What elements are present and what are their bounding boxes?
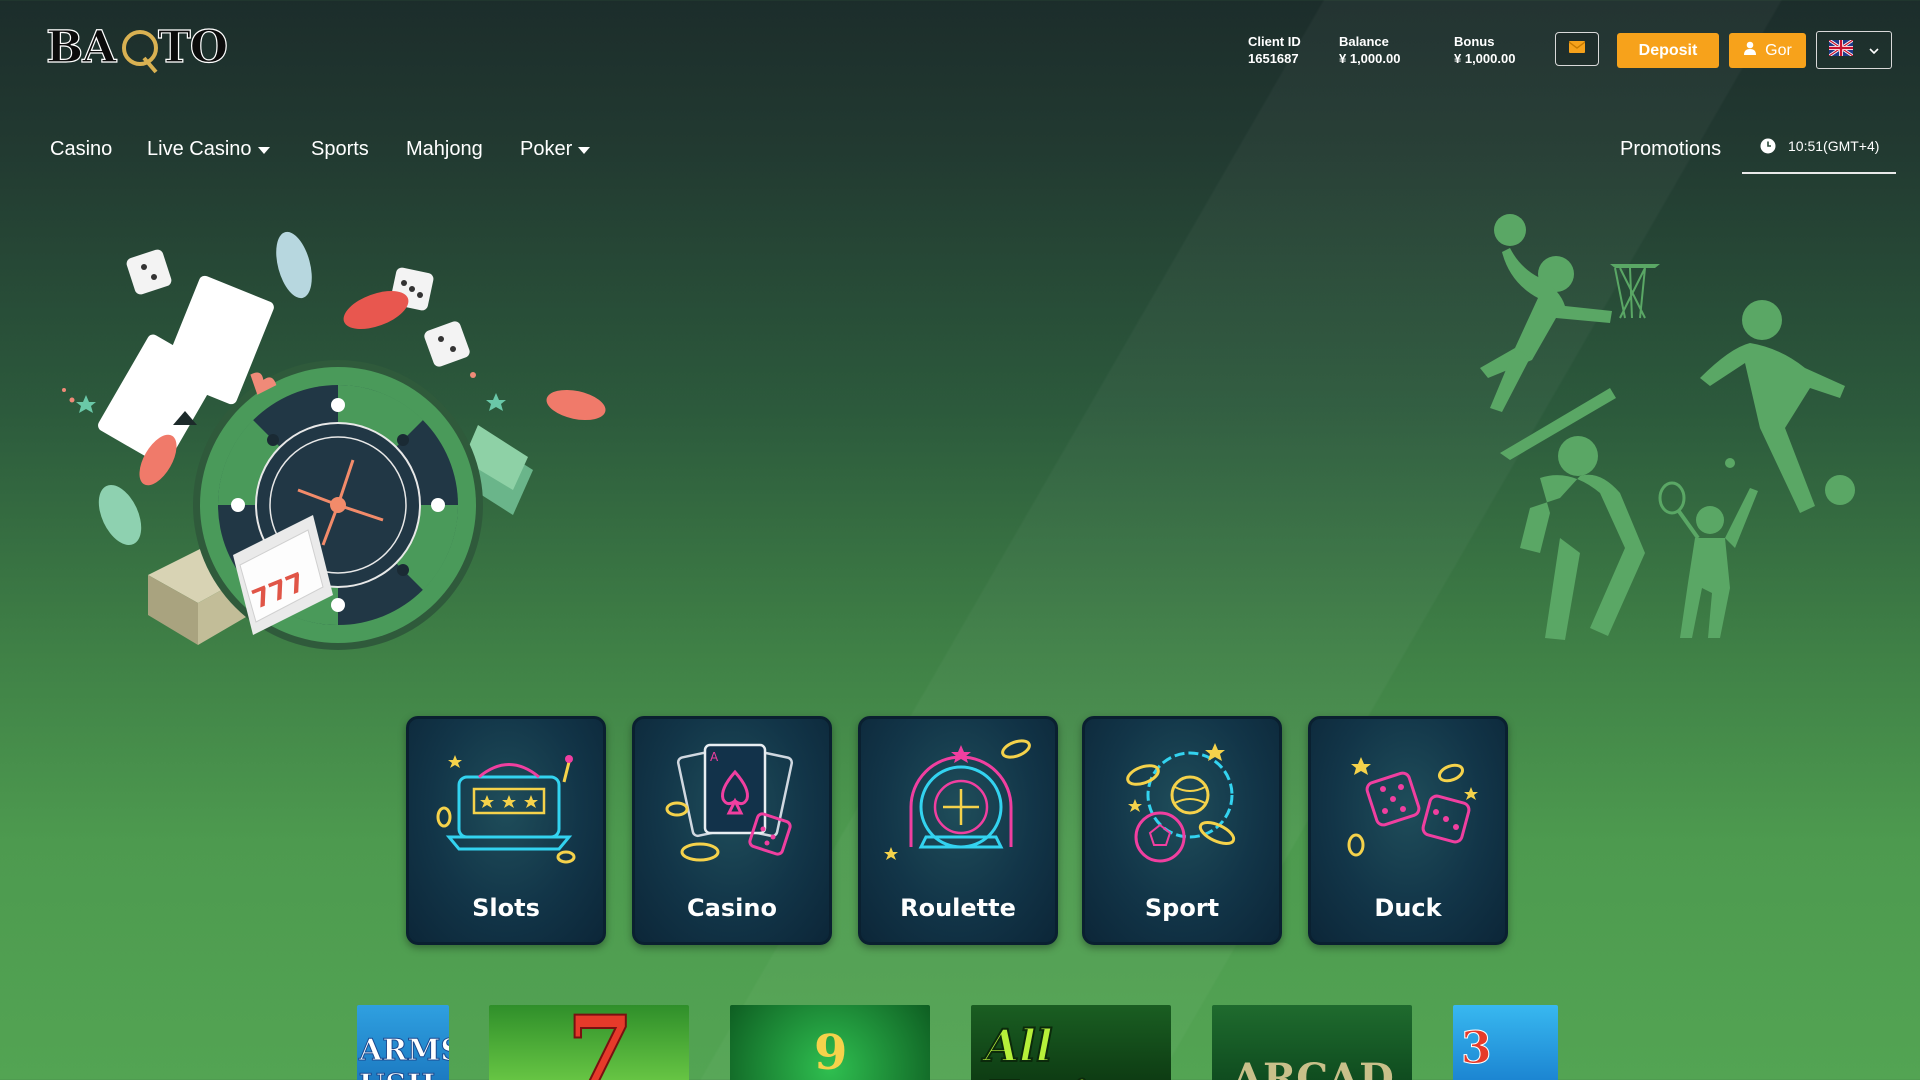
nav-live-casino-label: Live Casino — [147, 138, 252, 160]
sports-hero-illustration — [1460, 208, 1880, 668]
client-id-label: Client ID — [1248, 34, 1301, 49]
promotions-link[interactable]: Promotions — [1620, 138, 1721, 161]
nav-mahjong[interactable]: Mahjong — [406, 138, 483, 161]
casino-hero-illustration: 777 — [58, 225, 618, 665]
category-duck[interactable]: Duck — [1308, 716, 1508, 945]
nav-mahjong-label: Mahjong — [406, 138, 483, 160]
soccer-player-icon — [1700, 300, 1855, 513]
playing-cards-icon: A — [665, 743, 794, 862]
clock-display: 10:51(GMT+4) — [1742, 132, 1896, 174]
client-id-value: 1651687 — [1248, 51, 1299, 66]
caret-down-icon — [257, 147, 270, 154]
caret-down-icon — [578, 147, 591, 154]
game-title: 3 CH — [1461, 1023, 1539, 1080]
clock-time: 10:51(GMT+4) — [1788, 138, 1880, 154]
category-duck-label: Duck — [1374, 894, 1442, 922]
baseball-player-icon — [1500, 388, 1645, 640]
game-title: ARCAD — [1232, 1055, 1394, 1080]
slot-machine-icon — [436, 755, 576, 864]
uk-flag-icon — [1828, 38, 1854, 61]
game-thumbnail[interactable]: ARMS USH — [357, 1005, 449, 1080]
tennis-player-icon — [1658, 458, 1758, 638]
bonus-info: Bonus ¥ 1,000.00 — [1454, 33, 1515, 67]
bonus-value: ¥ 1,000.00 — [1454, 51, 1516, 66]
game-thumbnail[interactable]: All Fruit — [971, 1005, 1171, 1080]
sport-balls-icon — [1126, 743, 1236, 863]
game-title: ARMS USH — [358, 1033, 449, 1080]
balance-value: ¥ 1,000.00 — [1339, 51, 1401, 66]
nav-live-casino[interactable]: Live Casino — [147, 138, 270, 161]
balance-label: Balance — [1339, 34, 1389, 49]
category-slots[interactable]: Slots — [406, 716, 606, 945]
game-title: 9 — [814, 1025, 848, 1080]
brand-logo[interactable]: BA TO — [44, 18, 244, 78]
mail-icon — [1568, 40, 1586, 58]
basketball-player-icon — [1480, 214, 1660, 412]
clock-icon — [1760, 138, 1776, 157]
category-casino[interactable]: A Casino — [632, 716, 832, 945]
svg-text:A: A — [710, 750, 719, 764]
deposit-button[interactable]: Deposit — [1617, 33, 1719, 68]
nav-casino[interactable]: Casino — [50, 138, 112, 161]
client-id-info: Client ID 1651687 — [1248, 33, 1301, 67]
user-menu-button[interactable]: Gor — [1729, 33, 1806, 68]
game-title: All Fruit — [984, 1020, 1109, 1080]
category-slots-label: Slots — [472, 894, 540, 922]
game-thumbnail[interactable]: 3 CH — [1453, 1005, 1558, 1080]
roulette-wheel-icon — [193, 360, 483, 650]
svg-text:BA: BA — [46, 22, 117, 73]
nav-sports[interactable]: Sports — [311, 138, 369, 161]
game-thumbnail[interactable]: ARCAD — [1212, 1005, 1412, 1080]
user-icon — [1743, 41, 1757, 60]
category-roulette-label: Roulette — [900, 894, 1016, 922]
category-sport-label: Sport — [1144, 894, 1220, 922]
nav-sports-label: Sports — [311, 138, 369, 160]
nav-casino-label: Casino — [50, 138, 113, 160]
game-thumbnail[interactable]: 9 — [730, 1005, 930, 1080]
category-sport[interactable]: Sport — [1082, 716, 1282, 945]
category-roulette[interactable]: Roulette — [858, 716, 1058, 945]
bonus-label: Bonus — [1454, 34, 1495, 49]
svg-text:TO: TO — [158, 22, 227, 73]
dice-icon — [1347, 757, 1478, 857]
nav-poker-label: Poker — [520, 138, 573, 160]
game-thumbnail[interactable]: 7 — [489, 1005, 689, 1080]
language-select[interactable] — [1816, 31, 1892, 69]
roulette-icon — [884, 739, 1031, 860]
game-title: 7 — [566, 1005, 635, 1080]
nav-poker[interactable]: Poker — [520, 138, 591, 161]
category-casino-label: Casino — [687, 894, 777, 922]
chevron-down-icon — [1869, 41, 1879, 59]
messages-button[interactable] — [1555, 32, 1599, 66]
user-name: Gor — [1765, 41, 1792, 59]
balance-info: Balance ¥ 1,000.00 — [1339, 33, 1400, 67]
